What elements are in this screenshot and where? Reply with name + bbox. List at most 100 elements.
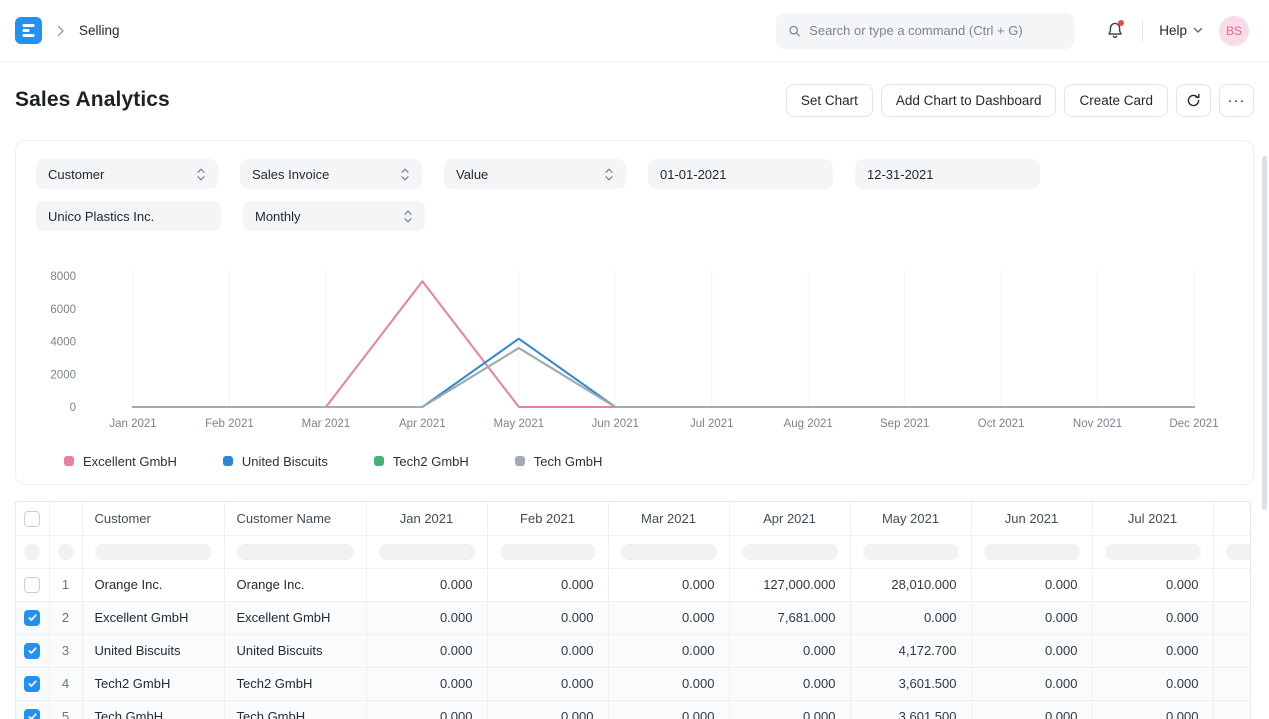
customer-name-cell: Orange Inc. [224,568,366,601]
column-filter-input[interactable] [742,544,838,560]
table-row: 5Tech GmbHTech GmbH0.0000.0000.0000.0003… [16,700,1251,719]
value-cell: 127,000.000 [729,568,850,601]
column-header-jul-2021[interactable]: Jul 2021 [1092,502,1213,535]
navbar: Selling Help [0,0,1269,62]
customer-filter-input[interactable]: Unico Plastics Inc. [36,201,221,231]
column-header-customer[interactable]: Customer [82,502,224,535]
table-row: 4Tech2 GmbHTech2 GmbH0.0000.0000.0000.00… [16,667,1251,700]
value-cell: 0.000 [1092,601,1213,634]
column-filter-cell[interactable] [16,535,49,568]
column-filter-input[interactable] [500,544,596,560]
customer-name-cell: Tech2 GmbH [224,667,366,700]
series-line [133,281,1194,407]
column-filter-input[interactable] [58,544,74,560]
notifications-button[interactable] [1104,20,1126,42]
value-cell: 0.000 [729,634,850,667]
search-icon [788,24,801,38]
row-checkbox[interactable] [24,643,40,659]
column-header-apr-2021[interactable]: Apr 2021 [729,502,850,535]
page-scrollbar[interactable] [1262,156,1267,510]
avatar-initials: BS [1226,24,1242,38]
to-date-input[interactable]: 12-31-2021 [855,159,1040,189]
tree-type-select[interactable]: Customer [36,159,218,189]
column-filter-cell[interactable] [224,535,366,568]
row-checkbox[interactable] [24,709,40,719]
from-date-input[interactable]: 01-01-2021 [648,159,833,189]
add-chart-to-dashboard-button[interactable]: Add Chart to Dashboard [881,84,1057,117]
doctype-select[interactable]: Sales Invoice [240,159,422,189]
header-row: CustomerCustomer NameJan 2021Feb 2021Mar… [16,502,1251,535]
column-filter-cell[interactable] [82,535,224,568]
column-header-may-2021[interactable]: May 2021 [850,502,971,535]
customer-cell: Tech2 GmbH [82,667,224,700]
column-filter-cell[interactable] [49,535,82,568]
table-row: 1Orange Inc.Orange Inc.0.0000.0000.00012… [16,568,1251,601]
legend-dot-icon [515,456,525,466]
value-cell: 0.000 [971,601,1092,634]
column-filter-cell[interactable] [608,535,729,568]
row-select-cell [16,568,49,601]
refresh-button[interactable] [1176,84,1211,117]
app-logo[interactable] [15,17,42,44]
column-filter-input[interactable] [95,544,212,560]
row-checkbox[interactable] [24,610,40,626]
range-select[interactable]: Monthly [243,201,425,231]
breadcrumb[interactable]: Selling [79,23,120,38]
column-filter-input[interactable] [984,544,1080,560]
value-quantity-select[interactable]: Value [444,159,626,189]
column-filter-input[interactable] [1226,544,1252,560]
row-checkbox[interactable] [24,676,40,692]
value-cell: 0.000 [487,601,608,634]
y-axis-tick: 2000 [50,369,76,381]
user-avatar[interactable]: BS [1219,16,1249,46]
search-input[interactable] [809,23,1062,38]
row-select-cell [16,634,49,667]
create-card-button[interactable]: Create Card [1064,84,1168,117]
y-axis-tick: 4000 [50,337,76,349]
column-filter-input[interactable] [621,544,717,560]
value-cell: 0.000 [971,700,1092,719]
select-chevrons-icon [604,167,614,182]
help-menu[interactable]: Help [1159,23,1203,38]
column-filter-cell[interactable] [366,535,487,568]
column-filter-cell[interactable] [971,535,1092,568]
column-filter-input[interactable] [863,544,959,560]
column-filter-input[interactable] [1105,544,1201,560]
help-label: Help [1159,23,1187,38]
series-line [133,339,1194,407]
select-all-checkbox[interactable] [24,511,40,527]
spacer-header [1213,502,1251,535]
select-chevrons-icon [400,167,410,182]
spacer-cell [1213,700,1251,719]
legend-item: Tech2 GmbH [374,454,469,469]
page-header: Sales Analytics Set Chart Add Chart to D… [15,82,1254,118]
spacer-cell [1213,568,1251,601]
value-cell: 0.000 [850,601,971,634]
column-header-feb-2021[interactable]: Feb 2021 [487,502,608,535]
row-checkbox[interactable] [24,577,40,593]
global-search[interactable] [776,13,1074,49]
column-header-customer-name[interactable]: Customer Name [224,502,366,535]
series-line [133,348,1194,407]
column-filter-cell[interactable] [1092,535,1213,568]
column-filter-input[interactable] [379,544,475,560]
chart-area: 02000400060008000Jan 2021Feb 2021Mar 202… [36,267,1233,444]
customer-name-cell: United Biscuits [224,634,366,667]
row-number-cell: 4 [49,667,82,700]
check-icon [27,678,38,689]
column-header-jan-2021[interactable]: Jan 2021 [366,502,487,535]
legend-dot-icon [374,456,384,466]
column-filter-cell[interactable] [729,535,850,568]
column-header-jun-2021[interactable]: Jun 2021 [971,502,1092,535]
menu-button[interactable]: ··· [1219,84,1254,117]
column-filter-input[interactable] [24,544,40,560]
column-filter-input[interactable] [237,544,354,560]
column-filter-cell[interactable] [850,535,971,568]
table-row: 2Excellent GmbHExcellent GmbH0.0000.0000… [16,601,1251,634]
column-header-mar-2021[interactable]: Mar 2021 [608,502,729,535]
value-cell: 0.000 [487,634,608,667]
set-chart-button[interactable]: Set Chart [786,84,873,117]
column-filter-cell[interactable] [1213,535,1251,568]
value-cell: 0.000 [971,568,1092,601]
column-filter-cell[interactable] [487,535,608,568]
